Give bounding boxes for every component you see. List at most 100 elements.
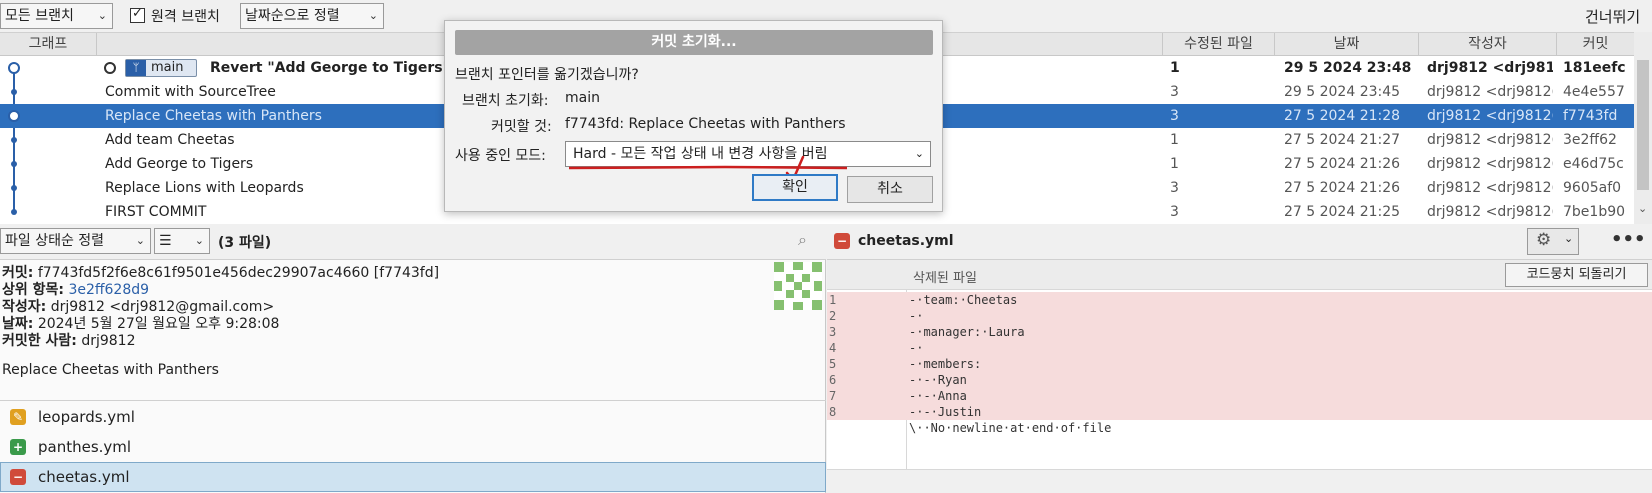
file-count: (3 파일)	[218, 235, 272, 251]
revert-hunk-button[interactable]: 코드뭉치 되돌리기	[1505, 263, 1648, 287]
detail-committer-label: 커밋한 사람:	[2, 333, 77, 349]
scrollbar-thumb[interactable]	[1637, 60, 1649, 190]
gear-icon: ⚙	[1536, 230, 1552, 250]
commit-message: Add team Cheetas	[105, 132, 235, 148]
target-commit-label: 커밋할 것:	[491, 119, 552, 135]
commit-author: drj9812 <drj9812(	[1427, 156, 1553, 172]
diff-toolbar: − cheetas.yml ⚙ ⌄ •••	[827, 224, 1652, 260]
hunk-header-label: 삭제된 파일	[913, 271, 977, 286]
commit-author: drj9812 <drj9812(	[1427, 84, 1553, 100]
commit-date: 29 5 2024 23:45	[1284, 84, 1401, 100]
more-icon[interactable]: •••	[1611, 229, 1646, 250]
line-text: -·-·Anna	[909, 389, 967, 403]
search-icon[interactable]: ⌕	[798, 230, 807, 250]
line-text: -·	[909, 341, 924, 355]
commit-message: Replace Lions with Leopards	[105, 180, 304, 196]
diff-filename: cheetas.yml	[858, 233, 954, 249]
commit-date: 27 5 2024 21:28	[1284, 108, 1401, 124]
commit-message: Commit with SourceTree	[105, 84, 276, 100]
reset-branch-label: 브랜치 초기화:	[462, 93, 549, 109]
commit-list-scrollbar[interactable]: ⌄	[1634, 32, 1652, 224]
diff-line: 8 -·-·Justin	[827, 404, 1652, 420]
file-item-leopards[interactable]: ✎ leopards.yml	[0, 402, 826, 432]
commit-files: 1	[1170, 60, 1180, 76]
col-author[interactable]: 작성자	[1419, 33, 1557, 57]
cancel-button[interactable]: 취소	[847, 176, 933, 203]
diff-settings-button[interactable]: ⚙ ⌄	[1527, 228, 1579, 255]
file-name: cheetas.yml	[38, 468, 130, 486]
commit-hash: 4e4e557	[1563, 84, 1625, 100]
commit-files: 3	[1170, 84, 1179, 100]
diff-horizontal-scrollbar[interactable]	[827, 469, 1652, 493]
line-number: 7	[829, 389, 837, 403]
remote-branches-checkbox[interactable]	[130, 6, 145, 23]
col-date[interactable]: 날짜	[1275, 33, 1419, 57]
diff-line-no-newline: \··No·newline·at·end·of·file	[827, 420, 1652, 436]
detail-committer: 커밋한 사람: drj9812	[2, 330, 136, 350]
commit-author: drj9812 <drj9812	[1427, 60, 1553, 76]
chevron-down-icon: ⌄	[368, 9, 378, 22]
branch-icon: ᛘ	[126, 60, 146, 76]
line-text: -·-·Ryan	[909, 373, 967, 387]
commit-hash: 9605af0	[1563, 180, 1622, 196]
line-text: -·members:	[909, 357, 982, 371]
commit-hash: 7be1b90	[1563, 204, 1626, 220]
graph-node	[8, 110, 20, 122]
modified-icon: ✎	[10, 409, 26, 425]
commit-date: 29 5 2024 23:48	[1284, 60, 1412, 76]
ok-button[interactable]: 확인	[752, 174, 838, 201]
commit-details-pane: 파일 상태순 정렬 ⌄ ☰ ⌄ (3 파일) ⌕ 커밋: f7743fd5f2f…	[0, 224, 826, 493]
line-text: -·	[909, 309, 924, 323]
line-number: 4	[829, 341, 837, 355]
branch-filter-dropdown[interactable]: 모든 브랜치 ⌄	[0, 3, 113, 29]
branch-name: main	[151, 60, 184, 75]
view-mode-dropdown[interactable]: ☰ ⌄	[154, 228, 210, 254]
sort-order-dropdown[interactable]: 날짜순으로 정렬 ⌄	[240, 3, 384, 29]
commit-files: 1	[1170, 156, 1179, 172]
head-marker-icon	[104, 62, 116, 74]
col-modified-files[interactable]: 수정된 파일	[1163, 33, 1275, 57]
file-sort-dropdown[interactable]: 파일 상태순 정렬 ⌄	[0, 228, 151, 254]
chevron-down-icon: ⌄	[914, 147, 924, 160]
file-panel-toolbar: 파일 상태순 정렬 ⌄ ☰ ⌄ (3 파일) ⌕	[0, 224, 826, 260]
commit-message: Replace Cheetas with Panthers	[105, 108, 322, 124]
file-item-panthes[interactable]: + panthes.yml	[0, 432, 826, 462]
target-commit-value: f7743fd: Replace Cheetas with Panthers	[565, 116, 846, 132]
commit-files: 1	[1170, 132, 1179, 148]
commit-files: 3	[1170, 204, 1179, 220]
line-number: 8	[829, 405, 837, 419]
branch-tag[interactable]: ᛘ main	[125, 59, 197, 77]
line-text: -·-·Justin	[909, 405, 982, 419]
commit-date: 27 5 2024 21:26	[1284, 156, 1401, 172]
line-text: \··No·newline·at·end·of·file	[909, 421, 1112, 435]
file-item-cheetas[interactable]: − cheetas.yml	[0, 462, 826, 492]
commit-files: 3	[1170, 180, 1179, 196]
scroll-down-icon[interactable]: ⌄	[1638, 202, 1647, 215]
commit-files: 3	[1170, 108, 1179, 124]
diff-line: 4 -·	[827, 340, 1652, 356]
skip-link[interactable]: 건너뛰기	[1585, 6, 1640, 27]
commit-author: drj9812 <drj9812(	[1427, 204, 1553, 220]
commit-message-body: Replace Cheetas with Panthers	[2, 362, 219, 378]
line-number: 3	[829, 325, 837, 339]
commit-hash: e46d75c	[1563, 156, 1624, 172]
diff-line: 3 -·manager:·Laura	[827, 324, 1652, 340]
chevron-down-icon: ⌄	[194, 234, 204, 247]
added-icon: +	[10, 439, 26, 455]
diff-line: 2 -·	[827, 308, 1652, 324]
col-commit[interactable]: 커밋	[1557, 33, 1634, 57]
line-number: 5	[829, 357, 837, 371]
removed-icon: −	[834, 233, 850, 249]
commit-message: FIRST COMMIT	[105, 204, 207, 220]
line-number: 1	[829, 293, 837, 307]
col-graph[interactable]: 그래프	[0, 33, 97, 57]
file-name: leopards.yml	[38, 408, 135, 426]
dialog-question: 브랜치 포인터를 옮기겠습니까?	[455, 67, 639, 83]
commit-message: Revert "Add George to Tigers"	[210, 60, 450, 76]
commit-hash: 3e2ff62	[1563, 132, 1617, 148]
mode-label: 사용 중인 모드:	[455, 148, 546, 164]
graph-node	[11, 185, 17, 191]
line-number: 6	[829, 373, 837, 387]
commit-hash: f7743fd	[1563, 108, 1618, 124]
branch-filter-label: 모든 브랜치	[5, 8, 74, 24]
